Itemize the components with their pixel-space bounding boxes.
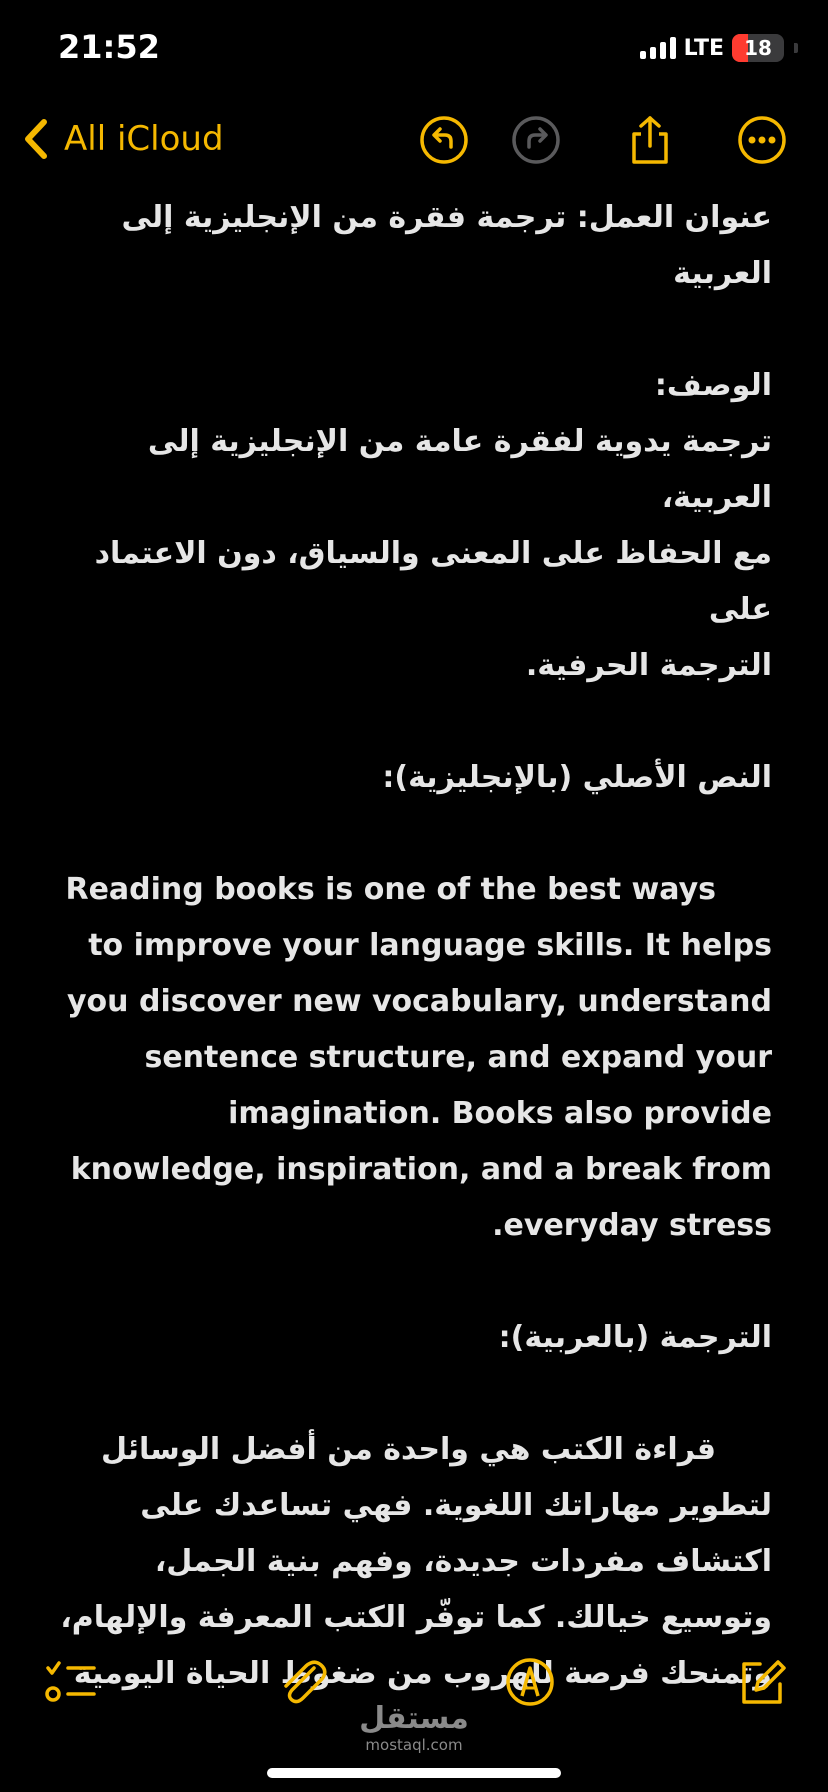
arabic-paragraph-line: قراءة الكتب هي واحدة من أفضل الوسائل	[100, 1432, 716, 1467]
english-paragraph-line: knowledge, inspiration, and a break from	[70, 1152, 772, 1187]
watermark: مستقل mostaql.com	[0, 1701, 828, 1755]
english-paragraph-line: to improve your language skills. It help…	[88, 928, 772, 963]
chevron-left-icon	[25, 119, 47, 159]
more-icon[interactable]	[736, 114, 788, 166]
paperclip-icon[interactable]	[276, 1656, 328, 1708]
network-type: LTE	[683, 35, 724, 61]
compose-icon[interactable]	[736, 1656, 788, 1708]
status-bar: 21:52 LTE 18	[0, 0, 828, 100]
description-line: مع الحفاظ على المعنى والسياق، دون الاعتم…	[94, 536, 772, 627]
description-heading: الوصف:	[654, 368, 772, 403]
battery-icon: 18	[732, 34, 784, 62]
checklist-icon[interactable]	[44, 1656, 96, 1708]
back-button[interactable]: All iCloud	[22, 116, 224, 162]
translation-heading: الترجمة (بالعربية):	[498, 1320, 772, 1355]
english-paragraph-line: sentence structure, and expand your	[144, 1040, 772, 1075]
arabic-paragraph-line: اكتشاف مفردات جديدة، وفهم بنية الجمل،	[154, 1544, 772, 1579]
work-title-line: عنوان العمل: ترجمة فقرة من الإنجليزية إل…	[121, 200, 772, 235]
watermark-latin: mostaql.com	[365, 1736, 463, 1754]
arabic-paragraph-line: لتطوير مهاراتك اللغوية. فهي تساعدك على	[140, 1488, 772, 1523]
english-paragraph-line: .everyday stress	[492, 1208, 772, 1243]
battery-level: 18	[744, 36, 772, 60]
signal-bars-icon	[639, 37, 676, 59]
english-paragraph-line: you discover new vocabulary, understand	[67, 984, 772, 1019]
arabic-paragraph-line: وتوسيع خيالك. كما توفّر الكتب المعرفة وا…	[60, 1600, 772, 1635]
description-line: ترجمة يدوية لفقرة عامة من الإنجليزية إلى…	[147, 424, 772, 515]
back-label: All iCloud	[64, 119, 224, 159]
status-indicators: LTE 18	[639, 34, 798, 62]
share-icon[interactable]	[624, 114, 676, 166]
english-paragraph-line: imagination. Books also provide	[228, 1096, 772, 1131]
nav-bar: All iCloud	[0, 108, 828, 174]
watermark-arabic: مستقل	[359, 1701, 469, 1736]
status-time: 21:52	[58, 28, 160, 66]
undo-icon[interactable]	[418, 114, 470, 166]
note-body[interactable]: عنوان العمل: ترجمة فقرة من الإنجليزية إل…	[60, 190, 772, 1702]
original-text-heading: النص الأصلي (بالإنجليزية):	[382, 760, 772, 795]
english-paragraph-line: Reading books is one of the best ways	[65, 872, 716, 907]
work-title-line: العربية	[673, 256, 772, 291]
description-line: الترجمة الحرفية.	[525, 648, 772, 683]
home-indicator[interactable]	[267, 1768, 561, 1778]
markup-pen-icon[interactable]	[504, 1656, 556, 1708]
redo-icon[interactable]	[510, 114, 562, 166]
